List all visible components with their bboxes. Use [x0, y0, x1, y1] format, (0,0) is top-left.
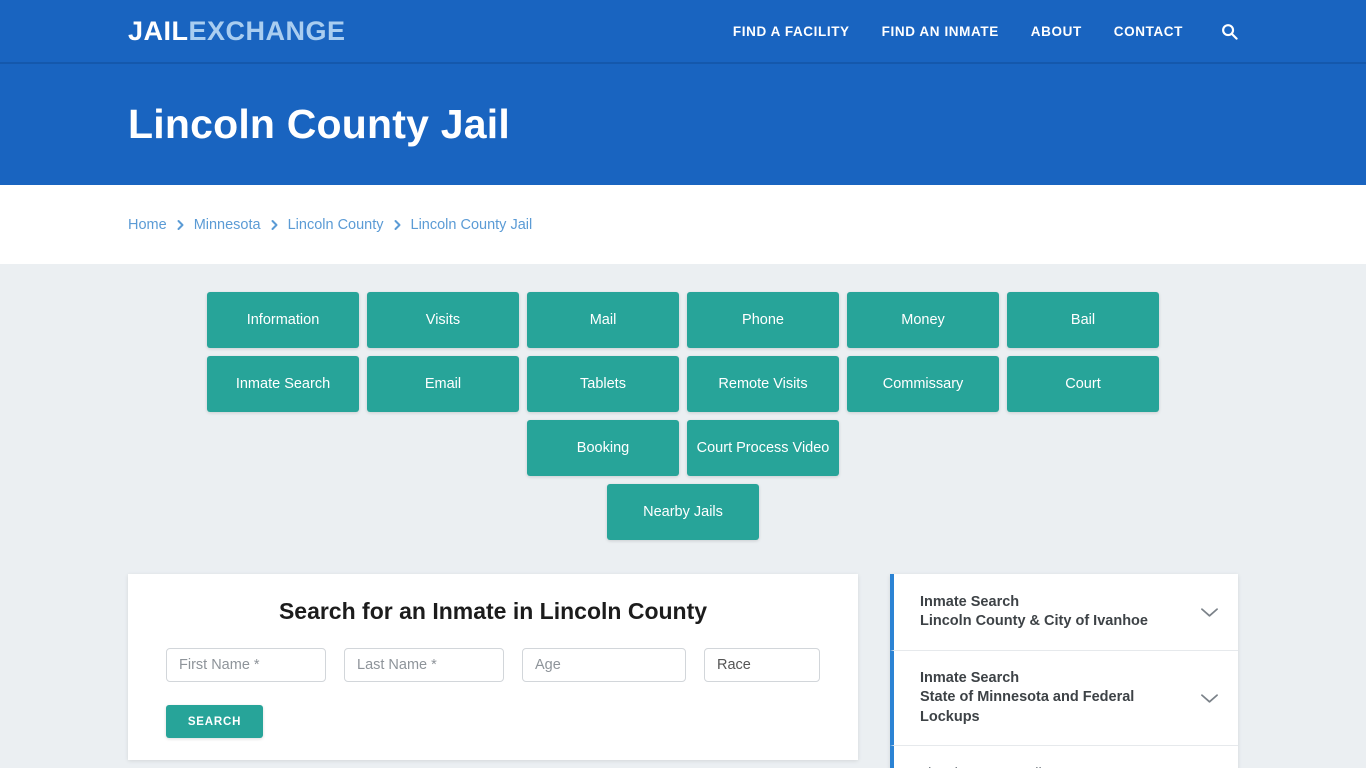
accordion-item-inmate-search-state[interactable]: Inmate Search State of Minnesota and Fed…: [890, 651, 1238, 746]
section-button-mail[interactable]: Mail: [527, 292, 679, 348]
race-select[interactable]: Race: [704, 648, 820, 682]
nav-link-find-an-inmate[interactable]: FIND AN INMATE: [882, 24, 999, 39]
nav-link-find-a-facility[interactable]: FIND A FACILITY: [733, 24, 850, 39]
primary-nav-links: FIND A FACILITY FIND AN INMATE ABOUT CON…: [733, 23, 1238, 40]
first-name-input[interactable]: [166, 648, 326, 682]
inmate-search-card: Search for an Inmate in Lincoln County R…: [128, 574, 858, 760]
section-button-inmate-search[interactable]: Inmate Search: [207, 356, 359, 412]
inmate-search-heading: Search for an Inmate in Lincoln County: [278, 598, 708, 624]
search-icon[interactable]: [1221, 23, 1238, 40]
accordion-item-contact-information[interactable]: Lincoln County Jail Contact Information: [890, 745, 1238, 768]
section-button-nearby-jails[interactable]: Nearby Jails: [607, 484, 759, 540]
section-button-email[interactable]: Email: [367, 356, 519, 412]
chevron-down-icon[interactable]: [1198, 692, 1220, 704]
breadcrumb-item-lincoln-county[interactable]: Lincoln County: [288, 217, 384, 233]
nav-link-about[interactable]: ABOUT: [1031, 24, 1082, 39]
section-button-commissary[interactable]: Commissary: [847, 356, 999, 412]
section-button-visits[interactable]: Visits: [367, 292, 519, 348]
logo-text-primary: JAIL: [128, 15, 189, 46]
logo-text-secondary: EXCHANGE: [188, 15, 346, 46]
accordion-item-text: Inmate Search State of Minnesota and Fed…: [920, 669, 1188, 727]
section-button-information[interactable]: Information: [207, 292, 359, 348]
accordion-item-line1: Inmate Search: [920, 593, 1020, 610]
facility-section-buttons: Information Visits Mail Phone Money Bail…: [131, 292, 1235, 476]
breadcrumb-item-home[interactable]: Home: [128, 217, 167, 233]
section-button-bail[interactable]: Bail: [1007, 292, 1159, 348]
content-columns: Search for an Inmate in Lincoln County R…: [128, 574, 1238, 768]
section-button-court-process-video[interactable]: Court Process Video: [687, 420, 839, 476]
section-button-remote-visits[interactable]: Remote Visits: [687, 356, 839, 412]
breadcrumb-item-minnesota[interactable]: Minnesota: [194, 217, 261, 233]
section-button-money[interactable]: Money: [847, 292, 999, 348]
accordion-item-inmate-search-county[interactable]: Inmate Search Lincoln County & City of I…: [890, 574, 1238, 651]
section-button-booking[interactable]: Booking: [527, 420, 679, 476]
section-button-tablets[interactable]: Tablets: [527, 356, 679, 412]
section-button-court[interactable]: Court: [1007, 356, 1159, 412]
left-column: Search for an Inmate in Lincoln County R…: [128, 574, 858, 768]
top-navigation-bar: JAILEXCHANGE FIND A FACILITY FIND AN INM…: [0, 0, 1366, 64]
search-submit-button[interactable]: SEARCH: [166, 705, 263, 738]
breadcrumb: Home Minnesota Lincoln County Lincoln Co…: [128, 217, 532, 233]
chevron-right-icon: [270, 219, 279, 231]
page-title: Lincoln County Jail: [128, 101, 510, 147]
page-title-band: Lincoln County Jail: [0, 64, 1366, 185]
nav-link-contact[interactable]: CONTACT: [1114, 24, 1183, 39]
breadcrumb-item-current[interactable]: Lincoln County Jail: [411, 217, 533, 233]
accordion-item-line2: Lincoln County & City of Ivanhoe: [920, 613, 1148, 629]
inmate-search-form: Race: [148, 648, 838, 682]
chevron-right-icon: [176, 219, 185, 231]
chevron-right-icon: [393, 219, 402, 231]
chevron-down-icon[interactable]: [1198, 606, 1220, 618]
facility-section-buttons-last-row: Nearby Jails: [131, 484, 1235, 540]
breadcrumb-band: Home Minnesota Lincoln County Lincoln Co…: [0, 185, 1366, 264]
age-input[interactable]: [522, 648, 686, 682]
section-button-phone[interactable]: Phone: [687, 292, 839, 348]
sidebar-accordion: Inmate Search Lincoln County & City of I…: [890, 574, 1238, 768]
accordion-item-line1: Inmate Search: [920, 670, 1020, 686]
right-column: Inmate Search Lincoln County & City of I…: [890, 574, 1238, 768]
accordion-item-text: Inmate Search Lincoln County & City of I…: [920, 593, 1188, 632]
last-name-input[interactable]: [344, 648, 504, 682]
site-logo[interactable]: JAILEXCHANGE: [128, 15, 346, 46]
main-content: Information Visits Mail Phone Money Bail…: [0, 264, 1366, 768]
accordion-item-line2: State of Minnesota and Federal Lockups: [920, 689, 1135, 725]
